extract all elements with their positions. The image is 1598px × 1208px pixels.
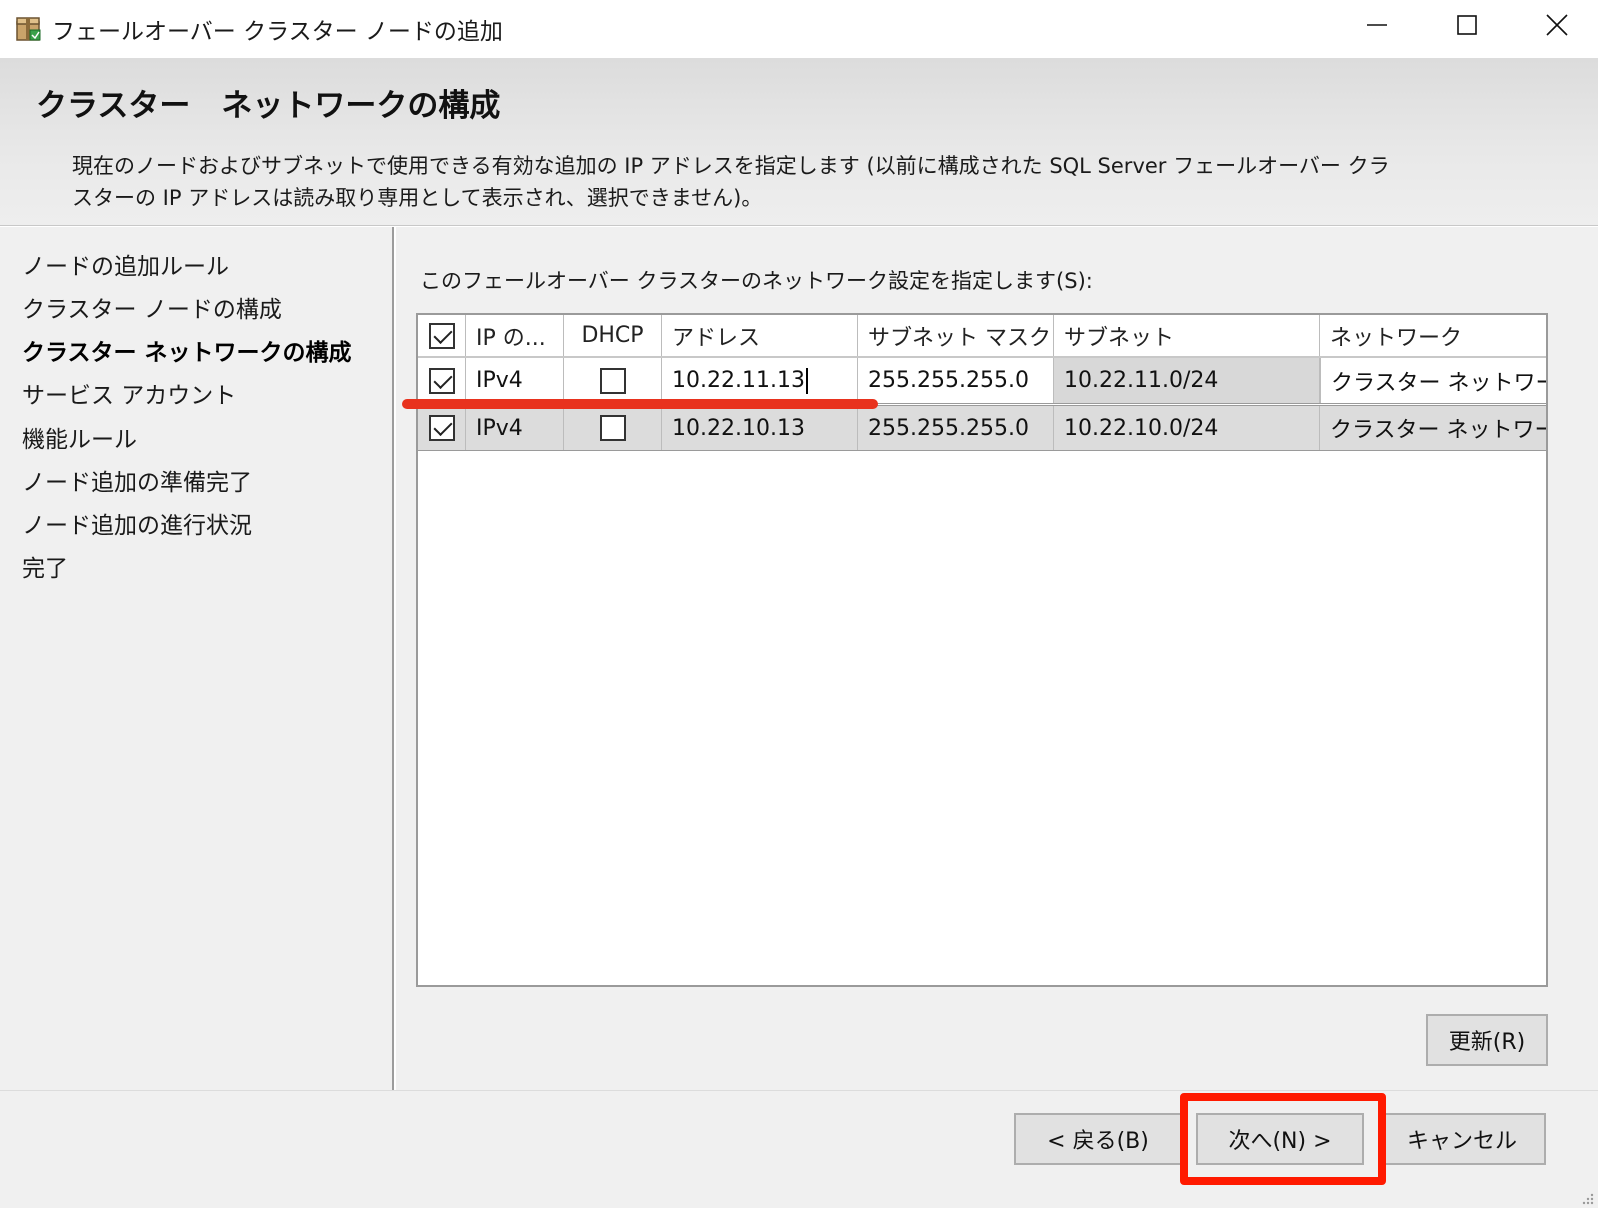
- cancel-button[interactable]: キャンセル: [1378, 1113, 1546, 1165]
- network-settings-label: このフェールオーバー クラスターのネットワーク設定を指定します(S):: [420, 269, 1093, 293]
- dhcp-cell: [564, 358, 662, 403]
- close-button[interactable]: [1512, 0, 1598, 54]
- nav-item-ready-to-add-node[interactable]: ノード追加の準備完了: [22, 463, 252, 497]
- subnet-cell: 10.22.11.0/24: [1054, 358, 1320, 403]
- nav-item-add-node-progress[interactable]: ノード追加の進行状況: [22, 506, 252, 540]
- address-input[interactable]: 10.22.11.13: [672, 368, 805, 393]
- grid-header-row: IP の... DHCP アドレス サブネット マスク サブネット ネットワーク: [418, 315, 1546, 358]
- column-header-ip-type[interactable]: IP の...: [466, 315, 564, 356]
- dhcp-checkbox[interactable]: [599, 415, 626, 441]
- annotation-underline: [402, 399, 878, 409]
- close-icon: [1545, 13, 1569, 41]
- dhcp-cell: [564, 406, 662, 450]
- column-header-dhcp[interactable]: DHCP: [564, 315, 662, 356]
- row-check-cell: [418, 358, 466, 403]
- nav-item-complete[interactable]: 完了: [22, 549, 68, 583]
- network-cell: クラスター ネットワーク 2: [1320, 358, 1546, 403]
- resize-grip-icon[interactable]: [1580, 1190, 1594, 1205]
- nav-item-service-accounts[interactable]: サービス アカウント: [22, 376, 236, 410]
- row-check-cell: [418, 406, 466, 450]
- wizard-footer: < 戻る(B) 次へ(N) > キャンセル: [0, 1090, 1598, 1208]
- refresh-button[interactable]: 更新(R): [1426, 1014, 1548, 1066]
- row-checkbox[interactable]: [428, 367, 455, 394]
- title-bar: フェールオーバー クラスター ノードの追加: [0, 0, 1598, 58]
- network-cell: クラスター ネットワーク 1: [1330, 418, 1546, 443]
- maximize-icon: [1456, 14, 1478, 40]
- subnet-cell: 10.22.10.0/24: [1054, 406, 1320, 450]
- wizard-steps-nav: ノードの追加ルール クラスター ノードの構成 クラスター ネットワークの構成 サ…: [0, 227, 394, 1110]
- main-content: このフェールオーバー クラスターのネットワーク設定を指定します(S): IP の…: [396, 227, 1598, 1110]
- setup-package-icon: [14, 12, 44, 44]
- column-header-subnet-mask[interactable]: サブネット マスク: [858, 315, 1054, 356]
- nav-item-cluster-node-config[interactable]: クラスター ノードの構成: [22, 290, 282, 324]
- table-row[interactable]: IPv4 10.22.11.13 255.255.255.0 10.22.11.…: [418, 358, 1546, 404]
- address-cell[interactable]: 10.22.11.13: [662, 358, 858, 403]
- wizard-header: クラスター ネットワークの構成 現在のノードおよびサブネットで使用できる有効な追…: [0, 58, 1598, 226]
- table-row[interactable]: IPv4 10.22.10.13 255.255.255.0 10.22.10.…: [418, 405, 1546, 451]
- page-title: クラスター ネットワークの構成: [36, 88, 501, 124]
- nav-item-add-node-rules[interactable]: ノードの追加ルール: [22, 247, 229, 281]
- back-button[interactable]: < 戻る(B): [1014, 1113, 1182, 1165]
- subnet-mask-cell: 255.255.255.0: [858, 406, 1054, 450]
- window-title: フェールオーバー クラスター ノードの追加: [52, 19, 503, 45]
- dhcp-checkbox[interactable]: [599, 367, 626, 394]
- maximize-button[interactable]: [1422, 0, 1512, 54]
- nav-item-feature-rules[interactable]: 機能ルール: [22, 420, 137, 454]
- minimize-button[interactable]: [1332, 0, 1422, 54]
- select-all-checkbox[interactable]: [428, 322, 455, 349]
- grid-header-check-cell: [418, 315, 466, 356]
- column-header-address[interactable]: アドレス: [662, 315, 858, 356]
- annotation-highlight-box: [1180, 1093, 1386, 1185]
- nav-item-cluster-network-config[interactable]: クラスター ネットワークの構成: [22, 333, 352, 367]
- subnet-mask-cell: 255.255.255.0: [858, 358, 1054, 403]
- ip-type-cell: IPv4: [466, 406, 564, 450]
- page-description: 現在のノードおよびサブネットで使用できる有効な追加の IP アドレスを指定します…: [72, 154, 1390, 210]
- row-checkbox[interactable]: [428, 415, 455, 441]
- network-settings-grid: IP の... DHCP アドレス サブネット マスク サブネット ネットワーク…: [416, 313, 1548, 987]
- ip-type-cell: IPv4: [466, 358, 564, 403]
- minimize-icon: [1366, 14, 1388, 40]
- column-header-network[interactable]: ネットワーク: [1320, 315, 1546, 356]
- column-header-subnet[interactable]: サブネット: [1054, 315, 1320, 356]
- text-caret: [805, 367, 808, 394]
- address-cell[interactable]: 10.22.10.13: [662, 406, 858, 450]
